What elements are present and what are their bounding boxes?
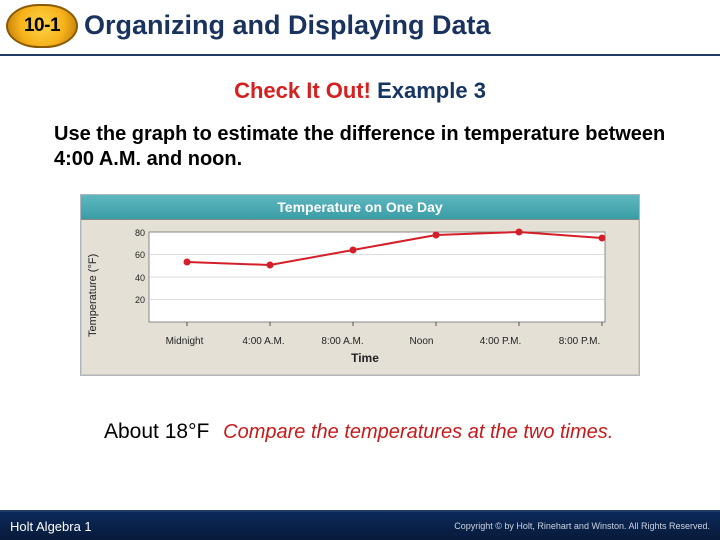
section-number: 10-1 bbox=[24, 15, 60, 37]
answer-line: About 18°F Compare the temperatures at t… bbox=[104, 420, 686, 444]
plot-area: 80 60 40 20 bbox=[101, 226, 629, 365]
check-it-out-line: Check It Out! Example 3 bbox=[34, 78, 686, 104]
header-banner: 10-1 Organizing and Displaying Data bbox=[0, 0, 720, 56]
xtick-0: Midnight bbox=[145, 336, 224, 347]
xtick-3: Noon bbox=[382, 336, 461, 347]
ytick-60: 60 bbox=[135, 250, 145, 260]
x-tick-labels: Midnight 4:00 A.M. 8:00 A.M. Noon 4:00 P… bbox=[101, 336, 629, 347]
xtick-4: 4:00 P.M. bbox=[461, 336, 540, 347]
section-badge: 10-1 bbox=[6, 4, 78, 48]
content-area: Check It Out! Example 3 Use the graph to… bbox=[0, 56, 720, 444]
x-axis-label: Time bbox=[101, 351, 629, 365]
y-axis-label: Temperature (°F) bbox=[85, 226, 101, 365]
answer-hint: Compare the temperatures at the two time… bbox=[223, 421, 613, 443]
ytick-80: 80 bbox=[135, 228, 145, 238]
check-label: Check It Out! bbox=[234, 78, 371, 103]
line-chart-svg: 80 60 40 20 bbox=[101, 226, 629, 336]
footer-bar: Holt Algebra 1 Copyright © by Holt, Rine… bbox=[0, 510, 720, 540]
chart-container: Temperature on One Day Temperature (°F) … bbox=[80, 194, 640, 376]
answer-value: About 18°F bbox=[104, 420, 209, 443]
example-label: Example 3 bbox=[377, 78, 486, 103]
book-title: Holt Algebra 1 bbox=[10, 519, 92, 534]
chart-title: Temperature on One Day bbox=[81, 195, 639, 220]
copyright-text: Copyright © by Holt, Rinehart and Winsto… bbox=[454, 521, 710, 531]
xtick-1: 4:00 A.M. bbox=[224, 336, 303, 347]
xtick-5: 8:00 P.M. bbox=[540, 336, 619, 347]
page-title: Organizing and Displaying Data bbox=[84, 10, 491, 41]
prompt-text: Use the graph to estimate the difference… bbox=[54, 122, 666, 172]
ytick-40: 40 bbox=[135, 273, 145, 283]
xtick-2: 8:00 A.M. bbox=[303, 336, 382, 347]
ytick-20: 20 bbox=[135, 295, 145, 305]
